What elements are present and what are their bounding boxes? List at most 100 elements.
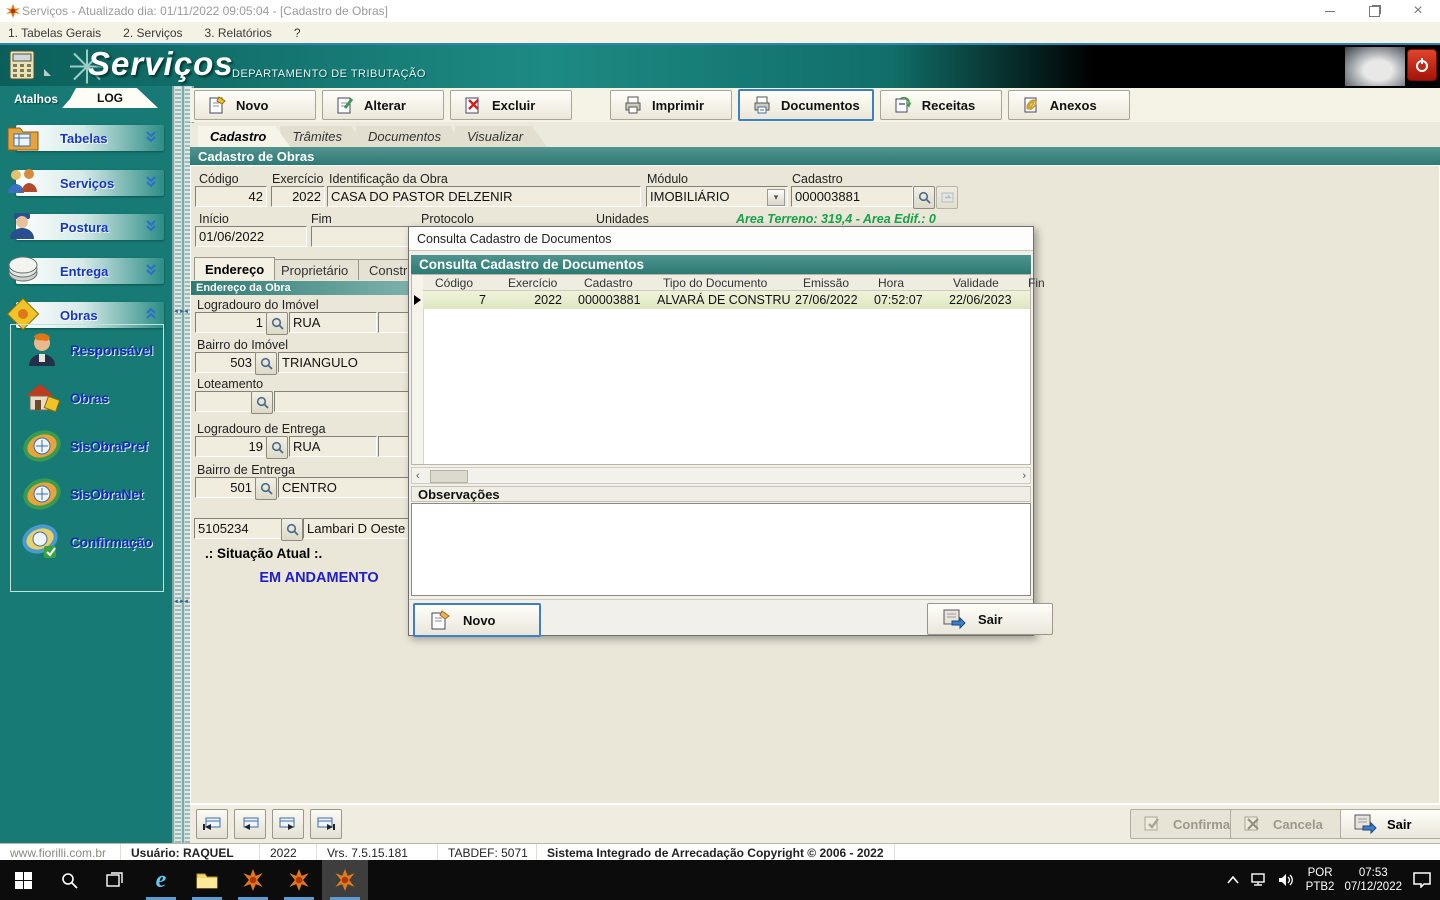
sidebar-section-servicos[interactable]: Serviços [16, 170, 164, 196]
grid-cell-cadastro[interactable]: 000003881 [572, 291, 651, 309]
power-button[interactable] [1407, 49, 1437, 81]
confirma-button[interactable]: Confirma [1130, 809, 1246, 839]
loteamento-cod-field[interactable] [195, 391, 252, 412]
start-button[interactable] [0, 860, 46, 900]
task-view-button[interactable] [92, 860, 138, 900]
imprimir-button[interactable]: Imprimir [610, 90, 732, 120]
last-record-button[interactable] [310, 809, 342, 839]
prev-record-button[interactable] [234, 809, 266, 839]
column-header[interactable]: Tipo do Documento [651, 275, 791, 291]
logradouro-entrega-cod-field[interactable]: 19 [195, 436, 267, 457]
loteamento-search-button[interactable] [251, 391, 273, 414]
logradouro-imovel-tipo-field[interactable]: RUA [289, 312, 377, 333]
sair-button[interactable]: Sair [1340, 809, 1440, 839]
bairro-entrega-cod-field[interactable]: 501 [195, 477, 256, 498]
grid-cell-exercicio[interactable]: 2022 [496, 291, 572, 309]
network-icon[interactable] [1250, 873, 1268, 887]
sidebar-section-postura[interactable]: Postura [16, 214, 164, 240]
sidebar-item-sisobrapref[interactable]: SisObraPref [0, 424, 172, 468]
bairro-imovel-search-button[interactable] [255, 352, 277, 375]
splitter-arrows-icon[interactable]: ◄► [173, 309, 181, 315]
column-header[interactable]: Validade [941, 275, 1016, 291]
column-header[interactable]: Cadastro [572, 275, 651, 291]
scrollbar-thumb[interactable] [430, 470, 468, 483]
menu-tabelas-gerais[interactable]: 1. Tabelas Gerais [8, 26, 101, 40]
close-button[interactable]: × [1396, 0, 1440, 22]
taskbar-search-button[interactable] [46, 860, 92, 900]
logradouro-imovel-search-button[interactable] [266, 312, 288, 335]
chevron-down-icon[interactable]: ▾ [767, 189, 785, 206]
taskbar-app3-button-active[interactable] [322, 860, 368, 900]
taskbar-app1-button[interactable] [230, 860, 276, 900]
documentos-button[interactable]: Documentos [738, 89, 874, 121]
grid-cell-validade[interactable]: 22/06/2023 [941, 291, 1016, 309]
fim-field[interactable] [311, 226, 411, 247]
minimize-button[interactable] [1308, 0, 1352, 22]
collapse-arrow-icon[interactable] [44, 69, 51, 76]
anexos-button[interactable]: Anexos [1008, 90, 1130, 120]
cancela-button[interactable]: Cancela [1230, 809, 1352, 839]
tab-tramites[interactable]: Trâmites [280, 126, 366, 147]
column-header[interactable]: Exercício [496, 275, 572, 291]
cidade-field[interactable]: Lambari D Oeste [303, 518, 411, 539]
inicio-field[interactable]: 01/06/2022 [195, 226, 307, 247]
dialog-novo-button[interactable]: Novo [413, 603, 541, 637]
observacoes-textarea[interactable] [411, 503, 1031, 596]
cadastro-field[interactable]: 000003881 [791, 186, 913, 207]
receitas-button[interactable]: Receitas [880, 90, 1002, 120]
sidebar-item-confirmacao[interactable]: Confirmação [0, 520, 172, 564]
action-center-icon[interactable] [1412, 872, 1432, 888]
splitter-strip[interactable]: ◄► ◄► [174, 86, 182, 845]
next-record-button[interactable] [272, 809, 304, 839]
sidebar-section-entrega[interactable]: Entrega [16, 258, 164, 284]
logradouro-imovel-cod-field[interactable]: 1 [195, 312, 267, 333]
grid-cell-emissao[interactable]: 27/06/2022 [791, 291, 866, 309]
excluir-button[interactable]: Excluir [450, 90, 572, 120]
tab-cadastro[interactable]: Cadastro [198, 126, 290, 147]
novo-button[interactable]: Novo [194, 90, 316, 120]
menu-servicos[interactable]: 2. Serviços [123, 26, 182, 40]
tab-visualizar[interactable]: Visualizar [455, 126, 547, 147]
restore-button[interactable] [1352, 0, 1396, 22]
sidebar-section-tabelas[interactable]: Tabelas [16, 125, 164, 151]
cidade-cod-field[interactable]: 5105234 [194, 518, 282, 539]
column-header[interactable]: Emissão [791, 275, 866, 291]
dialog-sair-button[interactable]: Sair [927, 603, 1053, 635]
chevron-double-down-icon[interactable] [144, 263, 158, 277]
chevron-double-down-icon[interactable] [144, 130, 158, 144]
exercicio-field[interactable]: 2022 [271, 186, 325, 207]
subtab-proprietario[interactable]: Proprietário [270, 259, 359, 280]
clock[interactable]: 07:53 07/12/2022 [1344, 866, 1402, 894]
column-header[interactable]: Hora [866, 275, 941, 291]
chevron-double-up-icon[interactable] [144, 307, 158, 321]
chevron-double-down-icon[interactable] [144, 219, 158, 233]
chevron-double-down-icon[interactable] [144, 175, 158, 189]
logradouro-entrega-search-button[interactable] [266, 436, 288, 459]
taskbar-ie-button[interactable]: e [138, 860, 184, 900]
volume-icon[interactable] [1278, 873, 1296, 887]
identificacao-field[interactable]: CASA DO PASTOR DELZENIR [327, 186, 641, 207]
cadastro-goto-button[interactable] [936, 186, 958, 209]
bairro-entrega-field[interactable]: CENTRO [278, 477, 411, 498]
menu-help[interactable]: ? [294, 26, 301, 40]
hidden-icons-chevron-icon[interactable] [1226, 875, 1240, 885]
cadastro-search-button[interactable] [913, 186, 935, 209]
grid-cell-codigo[interactable]: 7 [423, 291, 496, 309]
sidebar-item-responsavel[interactable]: Responsável [0, 328, 172, 372]
menu-relatorios[interactable]: 3. Relatórios [205, 26, 272, 40]
codigo-field[interactable]: 42 [195, 186, 267, 207]
subtab-endereco[interactable]: Endereço [194, 257, 275, 280]
splitter-arrows-icon[interactable]: ◄► [173, 599, 181, 605]
sidebar-item-sisobranet[interactable]: SisObraNet [0, 472, 172, 516]
bairro-entrega-search-button[interactable] [255, 477, 277, 500]
sidebar-item-obras[interactable]: Obras [0, 376, 172, 420]
taskbar-explorer-button[interactable] [184, 860, 230, 900]
language-indicator[interactable]: POR PTB2 [1306, 866, 1335, 894]
scroll-right-icon[interactable]: › [1022, 470, 1030, 482]
grid-cell-hora[interactable]: 07:52:07 [866, 291, 941, 309]
scroll-left-icon[interactable]: ‹ [412, 470, 420, 482]
sidebar-log-tab[interactable]: LOG [62, 88, 158, 108]
sidebar-atalhos-label[interactable]: Atalhos [14, 92, 58, 106]
alterar-button[interactable]: Alterar [322, 90, 444, 120]
dialog-titlebar[interactable]: Consulta Cadastro de Documentos [409, 227, 1033, 251]
